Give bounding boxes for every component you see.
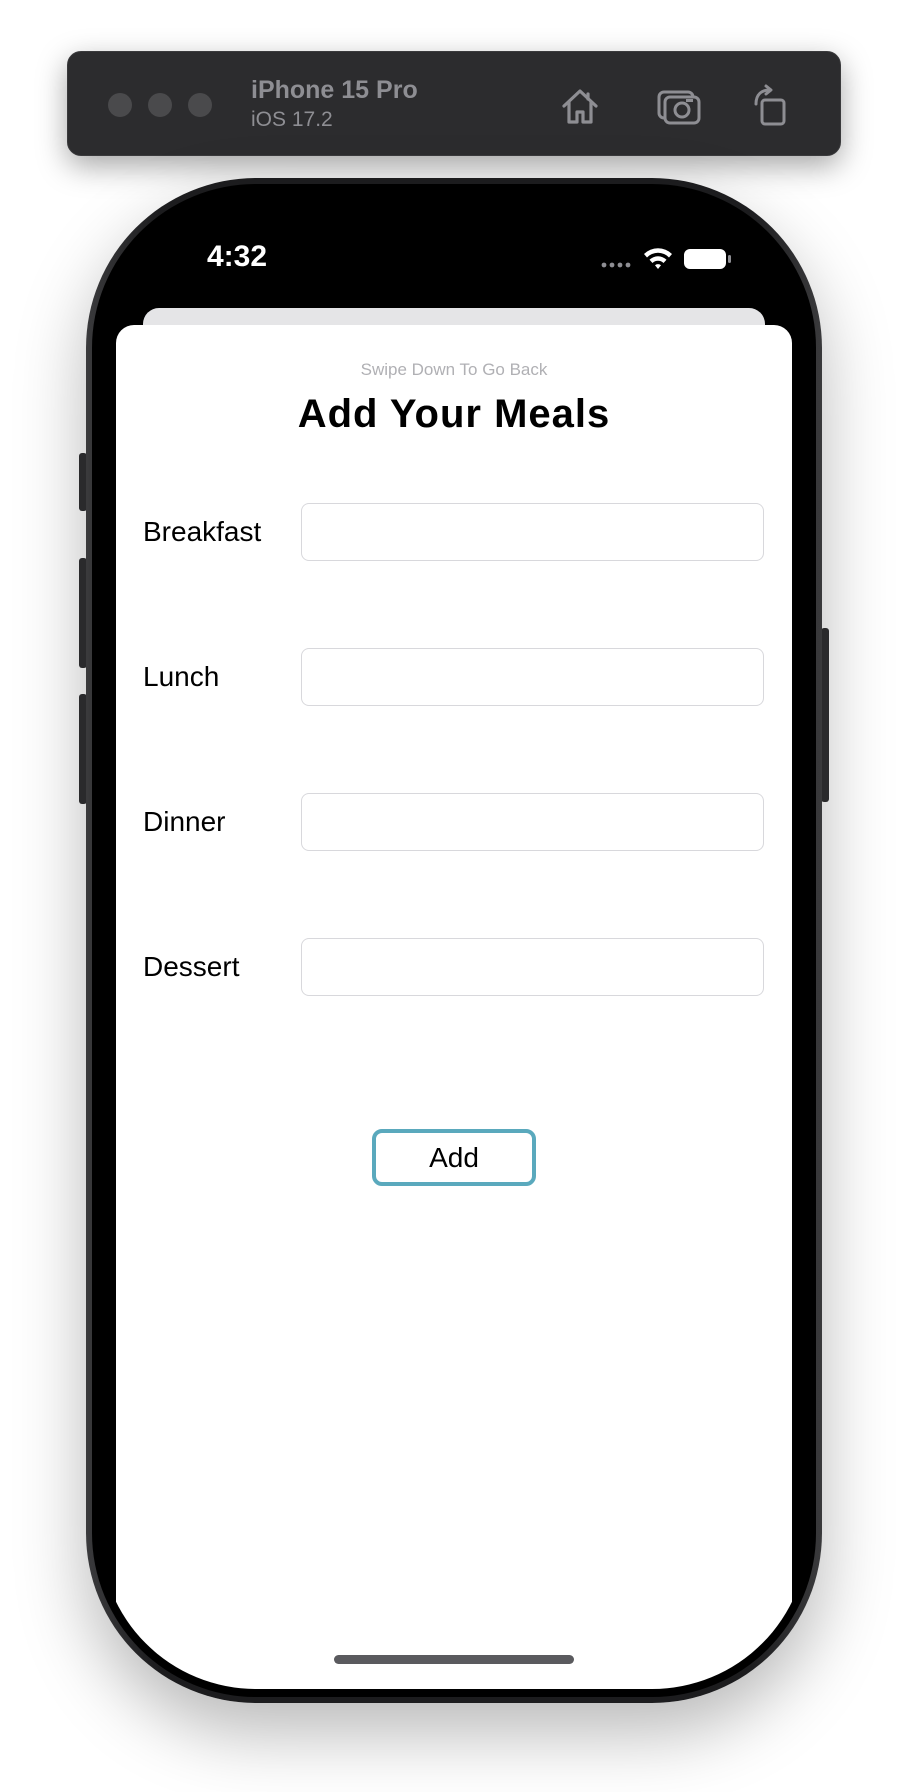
breakfast-label: Breakfast [143, 516, 262, 547]
window-minimize-button[interactable] [148, 93, 172, 117]
window-close-button[interactable] [108, 93, 132, 117]
device-name: iPhone 15 Pro [251, 76, 418, 104]
lunch-label: Lunch [143, 661, 220, 692]
home-icon[interactable] [556, 82, 604, 130]
window-zoom-button[interactable] [188, 93, 212, 117]
phone-screen: 4:32 Swipe Down To Go Back Add Your Meal… [100, 192, 808, 1689]
dinner-input[interactable] [301, 793, 764, 851]
home-indicator[interactable] [334, 1655, 574, 1664]
lunch-input[interactable] [301, 648, 764, 706]
signal-dots-icon [601, 262, 631, 268]
page-title: Add Your Meals [297, 392, 611, 436]
status-icons [600, 244, 750, 274]
breakfast-input[interactable] [301, 503, 764, 561]
simulator-toolbar: iPhone 15 Pro iOS 17.2 [67, 51, 841, 156]
device-os-version: iOS 17.2 [251, 108, 333, 131]
power-button[interactable] [821, 628, 829, 802]
battery-icon [684, 249, 731, 269]
dessert-label: Dessert [143, 951, 240, 982]
rotate-icon[interactable] [746, 82, 794, 130]
add-button[interactable]: Add [372, 1129, 536, 1186]
status-time: 4:32 [207, 240, 268, 273]
dinner-label: Dinner [143, 806, 226, 837]
wifi-icon [644, 248, 672, 269]
dessert-input[interactable] [301, 938, 764, 996]
add-meals-sheet[interactable]: Swipe Down To Go Back Add Your Meals Bre… [116, 325, 792, 1689]
screenshot-icon[interactable] [655, 82, 703, 130]
swipe-hint: Swipe Down To Go Back [360, 360, 548, 379]
